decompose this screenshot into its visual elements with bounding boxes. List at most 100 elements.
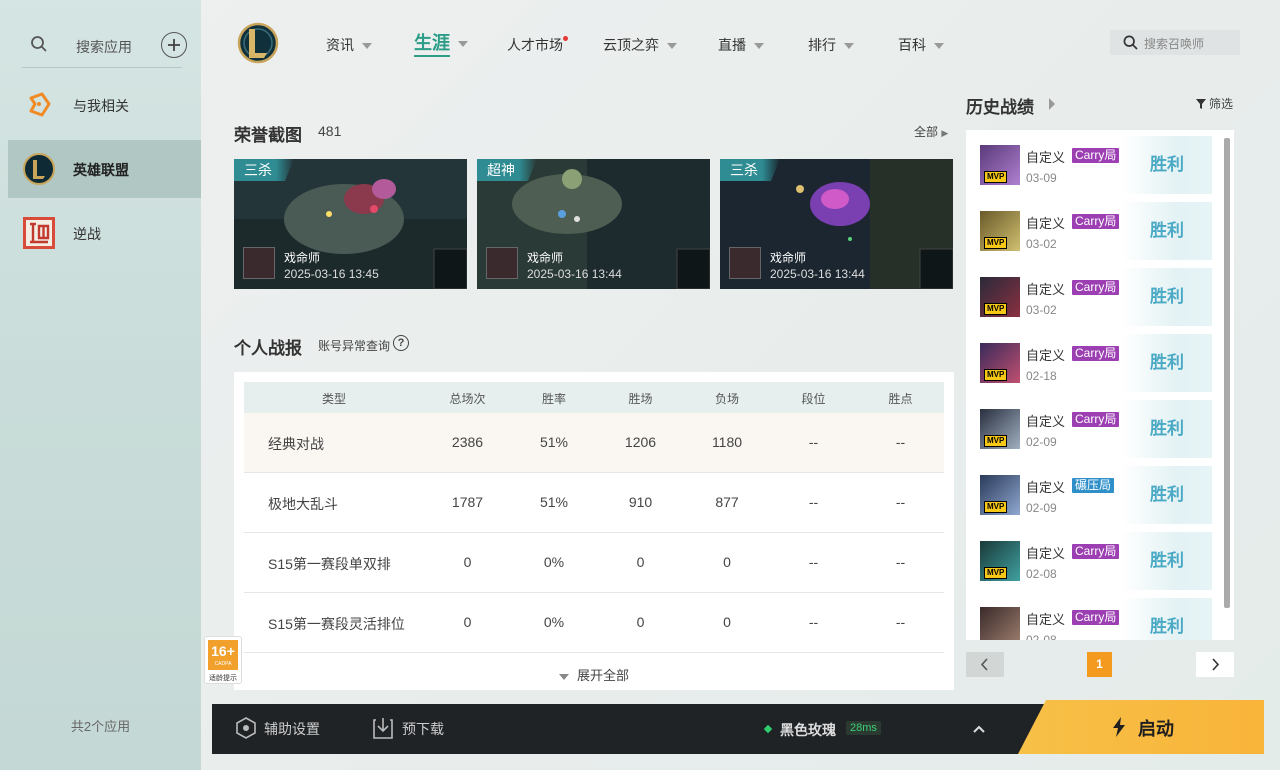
table-row[interactable]: 经典对战 2386 51% 1206 1180 -- --: [244, 413, 944, 473]
nav-label: 人才市场: [507, 37, 563, 53]
honor-time: 2025-03-16 13:44: [527, 267, 622, 281]
champion-icon: [980, 607, 1020, 640]
summoner-search-input[interactable]: 搜索召唤师: [1110, 30, 1240, 55]
server-ping: 28ms: [846, 721, 881, 735]
assist-settings-button[interactable]: 辅助设置: [264, 719, 320, 739]
launch-label: 启动: [1138, 719, 1174, 739]
cell-type: 极地大乱斗: [268, 496, 338, 512]
rating-org: CADPA: [214, 661, 232, 667]
match-item[interactable]: MVP 自定义 Carry局 03-09 胜利: [974, 136, 1214, 202]
cell: --: [808, 494, 819, 510]
cell: 51%: [539, 494, 569, 510]
sidebar-item-related[interactable]: 与我相关: [8, 76, 201, 134]
col-header: 总场次: [449, 392, 486, 406]
match-date: 02-09: [1026, 501, 1057, 515]
mvp-badge: MVP: [984, 303, 1008, 315]
cell: 0: [723, 614, 731, 630]
match-item[interactable]: MVP 自定义 Carry局 02-09 胜利: [974, 400, 1214, 466]
match-item[interactable]: MVP 自定义 Carry局 03-02 胜利: [974, 202, 1214, 268]
chevron-right-icon: ▶: [941, 128, 949, 138]
nav-wiki[interactable]: 百科: [898, 30, 944, 60]
stats-table: 类型 总场次 胜率 胜场 负场 段位 胜点 经典对战 2386 51% 1206…: [234, 372, 954, 690]
col-header: 段位: [801, 392, 826, 406]
cell-type: S15第一赛段单双排: [268, 556, 391, 572]
match-item[interactable]: MVP 自定义 Carry局 03-02 胜利: [974, 268, 1214, 334]
honor-card[interactable]: 超神 戏命师 2025-03-16 13:44: [477, 159, 710, 289]
match-mode: 自定义: [1026, 150, 1066, 165]
cell: --: [808, 554, 819, 570]
honor-title: 荣誉截图: [234, 126, 302, 145]
mvp-badge: MVP: [984, 435, 1008, 447]
nav-news[interactable]: 资讯: [326, 30, 372, 60]
sidebar-item-lol[interactable]: 英雄联盟: [8, 140, 201, 198]
match-date: 02-08: [1026, 633, 1057, 640]
match-item[interactable]: MVP 自定义 Carry局 02-18 胜利: [974, 334, 1214, 400]
honor-card[interactable]: 三杀 戏命师 2025-03-16 13:44: [720, 159, 953, 289]
launch-button[interactable]: 启动: [1018, 700, 1264, 754]
cell: 0%: [543, 614, 565, 630]
honor-tag: 超神: [477, 159, 537, 181]
match-item[interactable]: MVP 自定义 Carry局 02-08 胜利: [974, 532, 1214, 598]
match-badge: 碾压局: [1072, 478, 1115, 493]
match-badge: Carry局: [1072, 148, 1120, 163]
history-scrollbar[interactable]: [1224, 138, 1230, 608]
predownload-button[interactable]: 预下载: [402, 719, 444, 739]
age-rating-badge: 16+ CADPA 适龄提示: [204, 636, 242, 684]
account-anomaly-link[interactable]: 账号异常查询: [318, 337, 390, 354]
match-mode: 自定义: [1026, 348, 1066, 363]
server-name[interactable]: 黑色玫瑰: [780, 720, 836, 740]
expand-all-button[interactable]: 展开全部: [234, 665, 954, 684]
next-page-button[interactable]: [1196, 652, 1234, 677]
history-title[interactable]: 历史战绩: [966, 93, 1034, 118]
match-badge: Carry局: [1072, 280, 1120, 295]
nav-live[interactable]: 直播: [718, 30, 764, 60]
chevron-up-icon[interactable]: [972, 722, 986, 736]
cell: --: [808, 434, 819, 450]
nizhan-logo-icon: [23, 217, 55, 249]
honor-all-link[interactable]: 全部 ▶: [914, 123, 948, 140]
help-icon[interactable]: ?: [393, 335, 409, 351]
col-header: 类型: [321, 392, 346, 406]
page-number[interactable]: 1: [1087, 652, 1112, 677]
nav-career[interactable]: 生涯: [414, 28, 468, 58]
nav-talent-market[interactable]: 人才市场: [507, 30, 568, 60]
champion-icon: MVP: [980, 541, 1020, 581]
cell: 0%: [543, 554, 565, 570]
table-row[interactable]: S15第一赛段单双排 0 0% 0 0 -- --: [244, 533, 944, 593]
chevron-left-icon: [980, 658, 988, 671]
server-status-icon: [763, 724, 773, 734]
match-date: 03-09: [1026, 171, 1057, 185]
nav-tft[interactable]: 云顶之弈: [603, 30, 677, 60]
lightning-icon: [1113, 717, 1125, 737]
cell: 2386: [451, 434, 484, 450]
cell: 910: [628, 494, 653, 510]
add-app-icon[interactable]: [161, 32, 187, 58]
sidebar-item-nizhan[interactable]: 逆战: [8, 204, 201, 262]
chevron-right-icon: [1212, 658, 1220, 671]
honor-card[interactable]: 三杀 戏命师 2025-03-16 13:45: [234, 159, 467, 289]
chevron-down-icon: [844, 43, 854, 50]
chevron-right-icon[interactable]: [1049, 98, 1055, 110]
match-badge: Carry局: [1072, 346, 1120, 361]
match-result: 胜利: [1122, 400, 1212, 458]
match-item[interactable]: 自定义 Carry局 02-08 胜利: [974, 598, 1214, 640]
app-search-label: 搜索应用: [76, 39, 132, 55]
honor-tag: 三杀: [234, 159, 294, 181]
cell: 0: [636, 554, 645, 570]
nav-label: 直播: [718, 37, 746, 53]
nav-ranking[interactable]: 排行: [808, 30, 854, 60]
chevron-down-icon: [458, 41, 468, 48]
match-item[interactable]: MVP 自定义 碾压局 02-09 胜利: [974, 466, 1214, 532]
table-row[interactable]: S15第一赛段灵活排位 0 0% 0 0 -- --: [244, 593, 944, 653]
match-badge: Carry局: [1072, 214, 1120, 229]
table-header: 类型 总场次 胜率 胜场 负场 段位 胜点: [244, 382, 944, 413]
match-mode: 自定义: [1026, 282, 1066, 297]
sidebar-item-label: 逆战: [73, 226, 101, 242]
match-result: 胜利: [1122, 334, 1212, 392]
match-mode: 自定义: [1026, 612, 1066, 627]
lol-game-logo[interactable]: [236, 20, 280, 66]
app-search[interactable]: 搜索应用: [22, 22, 187, 68]
prev-page-button[interactable]: [966, 652, 1004, 677]
filter-button[interactable]: 筛选: [1196, 95, 1233, 112]
table-row[interactable]: 极地大乱斗 1787 51% 910 877 -- --: [244, 473, 944, 533]
